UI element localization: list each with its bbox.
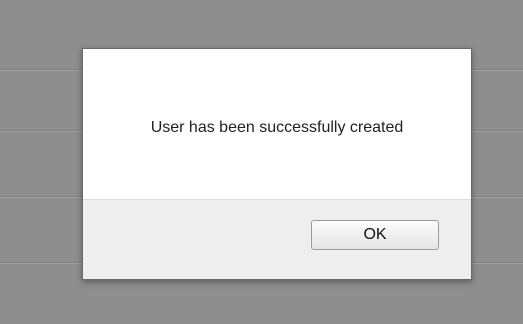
dialog-footer: OK <box>83 199 471 279</box>
dialog-body: User has been successfully created <box>83 49 471 199</box>
dialog-message: User has been successfully created <box>150 119 404 136</box>
ok-button[interactable]: OK <box>311 220 439 250</box>
alert-dialog: User has been successfully created OK <box>82 48 472 280</box>
